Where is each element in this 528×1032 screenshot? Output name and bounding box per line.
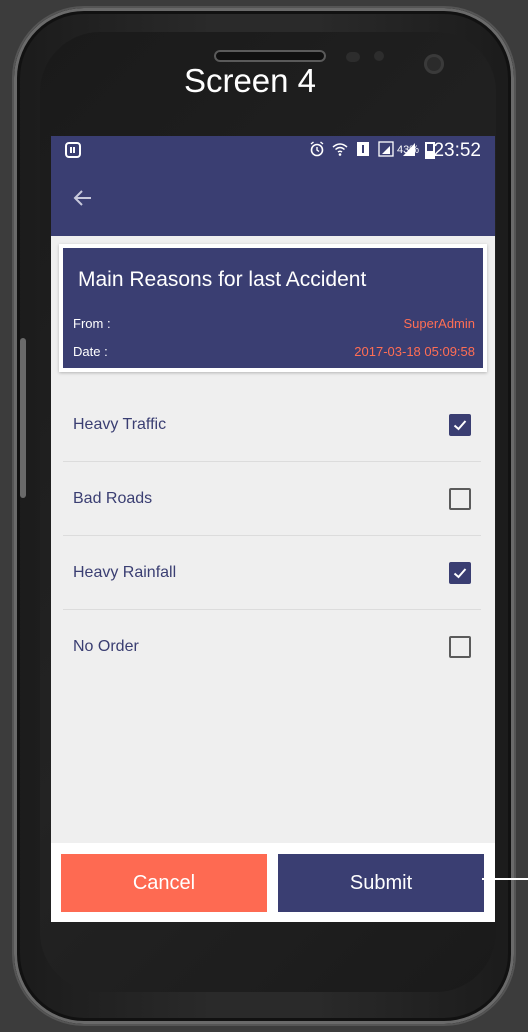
option-label: No Order (73, 638, 139, 655)
back-button[interactable] (71, 186, 101, 216)
survey-header-card-inner: Main Reasons for last Accident From : Su… (63, 248, 483, 368)
light-sensor (374, 51, 384, 61)
screen-caption: Screen 4 (183, 62, 317, 99)
list-item[interactable]: No Order (63, 610, 481, 683)
notification-icon (65, 142, 81, 158)
list-item[interactable]: Heavy Traffic (63, 388, 481, 462)
option-checkbox[interactable] (449, 636, 471, 658)
option-checkbox[interactable] (449, 414, 471, 436)
app-bar: 43% 23:52 (51, 136, 495, 236)
status-bar: 43% 23:52 (51, 136, 495, 166)
from-label: From : (73, 316, 111, 331)
check-icon (453, 568, 467, 579)
action-bar: Cancel Submit (51, 843, 495, 922)
arrow-left-icon (73, 190, 91, 206)
list-item[interactable]: Bad Roads (63, 462, 481, 536)
date-value: 2017-03-18 05:09:58 (354, 344, 475, 359)
survey-title: Main Reasons for last Accident (78, 268, 367, 291)
submit-button[interactable]: Submit (278, 854, 484, 912)
front-camera (424, 54, 444, 74)
from-value: SuperAdmin (403, 316, 475, 331)
option-checkbox[interactable] (449, 488, 471, 510)
speaker-grill (214, 50, 326, 62)
survey-header-card: Main Reasons for last Accident From : Su… (59, 244, 487, 372)
alarm-icon (310, 141, 324, 157)
app-screen: 43% 23:52 Main Reasons for last Accident… (51, 136, 495, 922)
sim-icon (357, 142, 369, 156)
option-label: Heavy Traffic (73, 416, 167, 433)
signal-icon (378, 141, 394, 157)
options-list: Heavy Traffic Bad Roads Heavy Rainfall N… (63, 388, 481, 683)
wifi-icon (332, 143, 348, 156)
option-label: Bad Roads (73, 490, 153, 507)
callout-line (482, 878, 528, 880)
status-time: 23:52 (433, 140, 481, 161)
date-label: Date : (73, 344, 108, 359)
check-icon (453, 420, 467, 431)
proximity-sensor (346, 52, 360, 62)
cancel-button[interactable]: Cancel (61, 854, 267, 912)
list-item[interactable]: Heavy Rainfall (63, 536, 481, 610)
option-label: Heavy Rainfall (73, 564, 177, 581)
device-frame: Screen 4 43% 23:52 Main Reasons for last… (0, 0, 528, 1032)
option-checkbox[interactable] (449, 562, 471, 584)
side-button (20, 338, 26, 498)
battery-percent: 43% (396, 144, 419, 156)
